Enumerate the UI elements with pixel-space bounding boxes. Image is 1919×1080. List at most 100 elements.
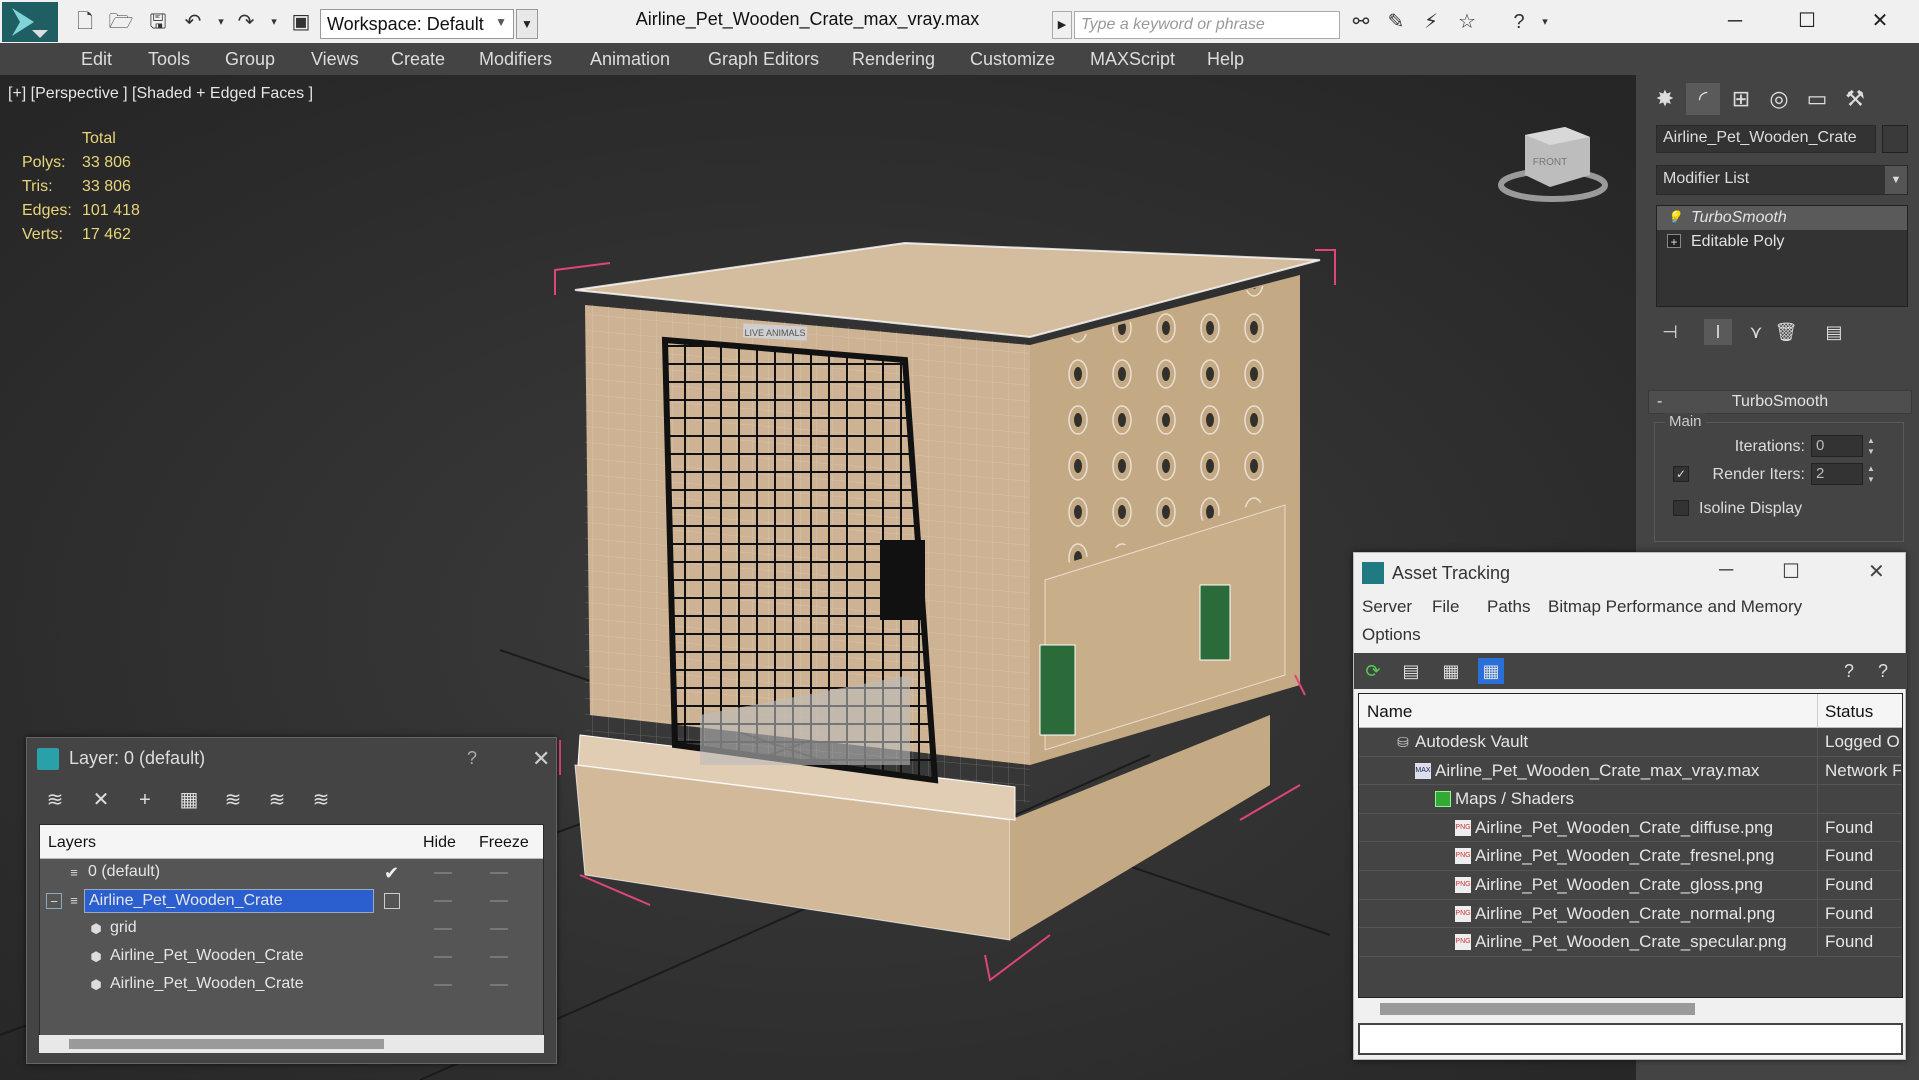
pin-stack-icon[interactable]: ⊣ bbox=[1656, 319, 1684, 345]
open-file-icon[interactable]: 🗁 bbox=[108, 9, 134, 35]
binoculars-icon[interactable]: ⚯ bbox=[1348, 9, 1374, 35]
asset-row[interactable]: PNG Airline_Pet_Wooden_Crate_specular.pn… bbox=[1359, 928, 1902, 957]
collapse-minus-icon[interactable]: − bbox=[46, 893, 62, 909]
asset-menu-file[interactable]: File bbox=[1432, 597, 1459, 617]
asset-menu-options[interactable]: Options bbox=[1362, 625, 1421, 645]
search-expand-button[interactable]: ▶ bbox=[1052, 11, 1072, 39]
select-layer-icon[interactable]: ≋ bbox=[219, 786, 247, 814]
maximize-button[interactable]: ☐ bbox=[1782, 6, 1832, 36]
app-logo-icon[interactable] bbox=[2, 2, 58, 42]
col-name[interactable]: Name bbox=[1367, 702, 1412, 722]
menu-help[interactable]: Help bbox=[1207, 49, 1244, 70]
remove-modifier-icon[interactable]: 🗑 bbox=[1772, 319, 1800, 345]
layer-row[interactable]: − ≡ Airline_Pet_Wooden_Crate bbox=[40, 887, 543, 915]
asset-row[interactable]: PNG Airline_Pet_Wooden_Crate_fresnel.png… bbox=[1359, 842, 1902, 871]
search-input[interactable]: Type a keyword or phrase bbox=[1074, 11, 1340, 39]
help-dropdown-icon[interactable]: ▾ bbox=[1532, 9, 1558, 35]
layer-horizontal-scrollbar[interactable] bbox=[39, 1035, 544, 1053]
layer-close-button[interactable]: ✕ bbox=[532, 746, 550, 772]
undo-icon[interactable]: ↶ bbox=[180, 9, 206, 35]
menu-create[interactable]: Create bbox=[391, 49, 445, 70]
stack-item-turbosmooth[interactable]: 💡 TurboSmooth bbox=[1657, 206, 1907, 230]
project-folder-icon[interactable]: ▣ bbox=[288, 9, 314, 35]
redo-icon[interactable]: ↷ bbox=[233, 9, 259, 35]
workspace-select[interactable]: Workspace: Default ▼ bbox=[320, 9, 514, 39]
make-unique-icon[interactable]: ⋎ bbox=[1742, 319, 1770, 345]
viewport-label-menu[interactable]: [+] [Perspective ] [Shaded + Edged Faces… bbox=[8, 85, 313, 103]
menu-edit[interactable]: Edit bbox=[81, 49, 112, 70]
layer-properties-icon[interactable]: ≋ bbox=[41, 786, 69, 814]
quick-help-icon[interactable]: ? bbox=[1870, 658, 1896, 684]
lightbulb-icon[interactable]: 💡 bbox=[1667, 210, 1682, 224]
layer-row[interactable]: ⬢ Airline_Pet_Wooden_Crate bbox=[40, 943, 543, 971]
workspace-menu-button[interactable]: ▼ bbox=[516, 9, 538, 39]
asset-menu-bitmap-performance[interactable]: Bitmap Performance and Memory bbox=[1548, 597, 1802, 617]
hide-toggle[interactable] bbox=[434, 956, 452, 958]
rollout-header[interactable]: - TurboSmooth bbox=[1648, 390, 1912, 414]
save-icon[interactable]: 🖫 bbox=[145, 9, 171, 35]
col-hide[interactable]: Hide bbox=[423, 834, 456, 852]
asset-menu-paths[interactable]: Paths bbox=[1487, 597, 1530, 617]
menu-modifiers[interactable]: Modifiers bbox=[479, 49, 552, 70]
freeze-toggle[interactable] bbox=[490, 928, 508, 930]
layer-help-button[interactable]: ? bbox=[467, 748, 477, 769]
asset-menu-server[interactable]: Server bbox=[1362, 597, 1412, 617]
hide-toggle[interactable] bbox=[434, 900, 452, 902]
help-icon[interactable]: ? bbox=[1506, 9, 1532, 35]
redo-dropdown-icon[interactable]: ▾ bbox=[261, 9, 287, 35]
freeze-toggle[interactable] bbox=[490, 900, 508, 902]
create-layer-icon[interactable]: + bbox=[131, 786, 159, 814]
isoline-checkbox[interactable] bbox=[1673, 500, 1689, 516]
hide-layers-icon[interactable]: ≋ bbox=[307, 786, 335, 814]
refresh-icon[interactable]: ⟳ bbox=[1360, 658, 1386, 684]
tools-icon[interactable]: ✎ bbox=[1383, 9, 1409, 35]
column-divider[interactable] bbox=[1817, 694, 1818, 728]
iterations-input[interactable]: 0 bbox=[1811, 435, 1863, 457]
scrollbar-thumb[interactable] bbox=[1380, 1003, 1695, 1015]
asset-window-titlebar[interactable]: Asset Tracking ─ ☐ ✕ bbox=[1354, 553, 1905, 593]
current-layer-checkmark-icon[interactable]: ✔ bbox=[384, 859, 399, 887]
menu-animation[interactable]: Animation bbox=[590, 49, 670, 70]
col-freeze[interactable]: Freeze bbox=[479, 834, 529, 852]
object-name-field[interactable]: Airline_Pet_Wooden_Crate bbox=[1656, 125, 1876, 153]
minimize-button[interactable]: ─ bbox=[1710, 6, 1760, 36]
layer-window-titlebar[interactable]: Layer: 0 (default) ? ✕ bbox=[27, 738, 556, 778]
hide-toggle[interactable] bbox=[434, 984, 452, 986]
menu-tools[interactable]: Tools bbox=[148, 49, 190, 70]
col-status[interactable]: Status bbox=[1825, 702, 1873, 722]
asset-row[interactable]: ⛁ Autodesk Vault Logged O bbox=[1359, 728, 1902, 757]
hide-toggle[interactable] bbox=[434, 872, 452, 874]
render-iters-checkbox[interactable]: ✓ bbox=[1673, 466, 1689, 482]
menu-rendering[interactable]: Rendering bbox=[852, 49, 935, 70]
highlight-layer-icon[interactable]: ≋ bbox=[263, 786, 291, 814]
render-iters-input[interactable]: 2 bbox=[1811, 463, 1863, 485]
delete-layer-icon[interactable]: ✕ bbox=[87, 786, 115, 814]
new-file-icon[interactable]: 🗋 bbox=[72, 9, 98, 35]
menu-graph-editors[interactable]: Graph Editors bbox=[708, 49, 819, 70]
menu-views[interactable]: Views bbox=[311, 49, 359, 70]
modifier-list-dropdown[interactable]: Modifier List ▼ bbox=[1656, 165, 1908, 195]
set-current-layer-icon[interactable] bbox=[384, 893, 400, 909]
scrollbar-thumb[interactable] bbox=[69, 1039, 384, 1049]
stack-item-editable-poly[interactable]: + Editable Poly bbox=[1657, 230, 1907, 254]
close-button[interactable]: ✕ bbox=[1855, 6, 1905, 36]
asset-row[interactable]: PNG Airline_Pet_Wooden_Crate_normal.png … bbox=[1359, 899, 1902, 929]
menu-group[interactable]: Group bbox=[225, 49, 275, 70]
create-tab-icon[interactable]: ✸ bbox=[1648, 83, 1682, 115]
asset-row[interactable]: Maps / Shaders bbox=[1359, 785, 1902, 814]
menu-maxscript[interactable]: MAXScript bbox=[1090, 49, 1175, 70]
menu-customize[interactable]: Customize bbox=[970, 49, 1055, 70]
asset-minimize-button[interactable]: ─ bbox=[1719, 559, 1733, 582]
col-layers[interactable]: Layers bbox=[48, 834, 96, 852]
asset-row[interactable]: PNG Airline_Pet_Wooden_Crate_gloss.png F… bbox=[1359, 870, 1902, 900]
asset-row[interactable]: MAX Airline_Pet_Wooden_Crate_max_vray.ma… bbox=[1359, 756, 1902, 786]
favorites-star-icon[interactable]: ☆ bbox=[1454, 9, 1480, 35]
configure-modifier-sets-icon[interactable]: ▤ bbox=[1820, 319, 1848, 345]
freeze-toggle[interactable] bbox=[490, 984, 508, 986]
render-iters-spinner[interactable]: ▲ ▼ bbox=[1865, 463, 1877, 485]
asset-close-button[interactable]: ✕ bbox=[1868, 559, 1885, 584]
motion-tab-icon[interactable]: ◎ bbox=[1762, 83, 1796, 115]
layer-row[interactable]: ≡ 0 (default) ✔ bbox=[40, 859, 543, 887]
object-color-swatch[interactable] bbox=[1882, 125, 1908, 153]
thumbnail-view-icon[interactable]: ▦ bbox=[1438, 658, 1464, 684]
